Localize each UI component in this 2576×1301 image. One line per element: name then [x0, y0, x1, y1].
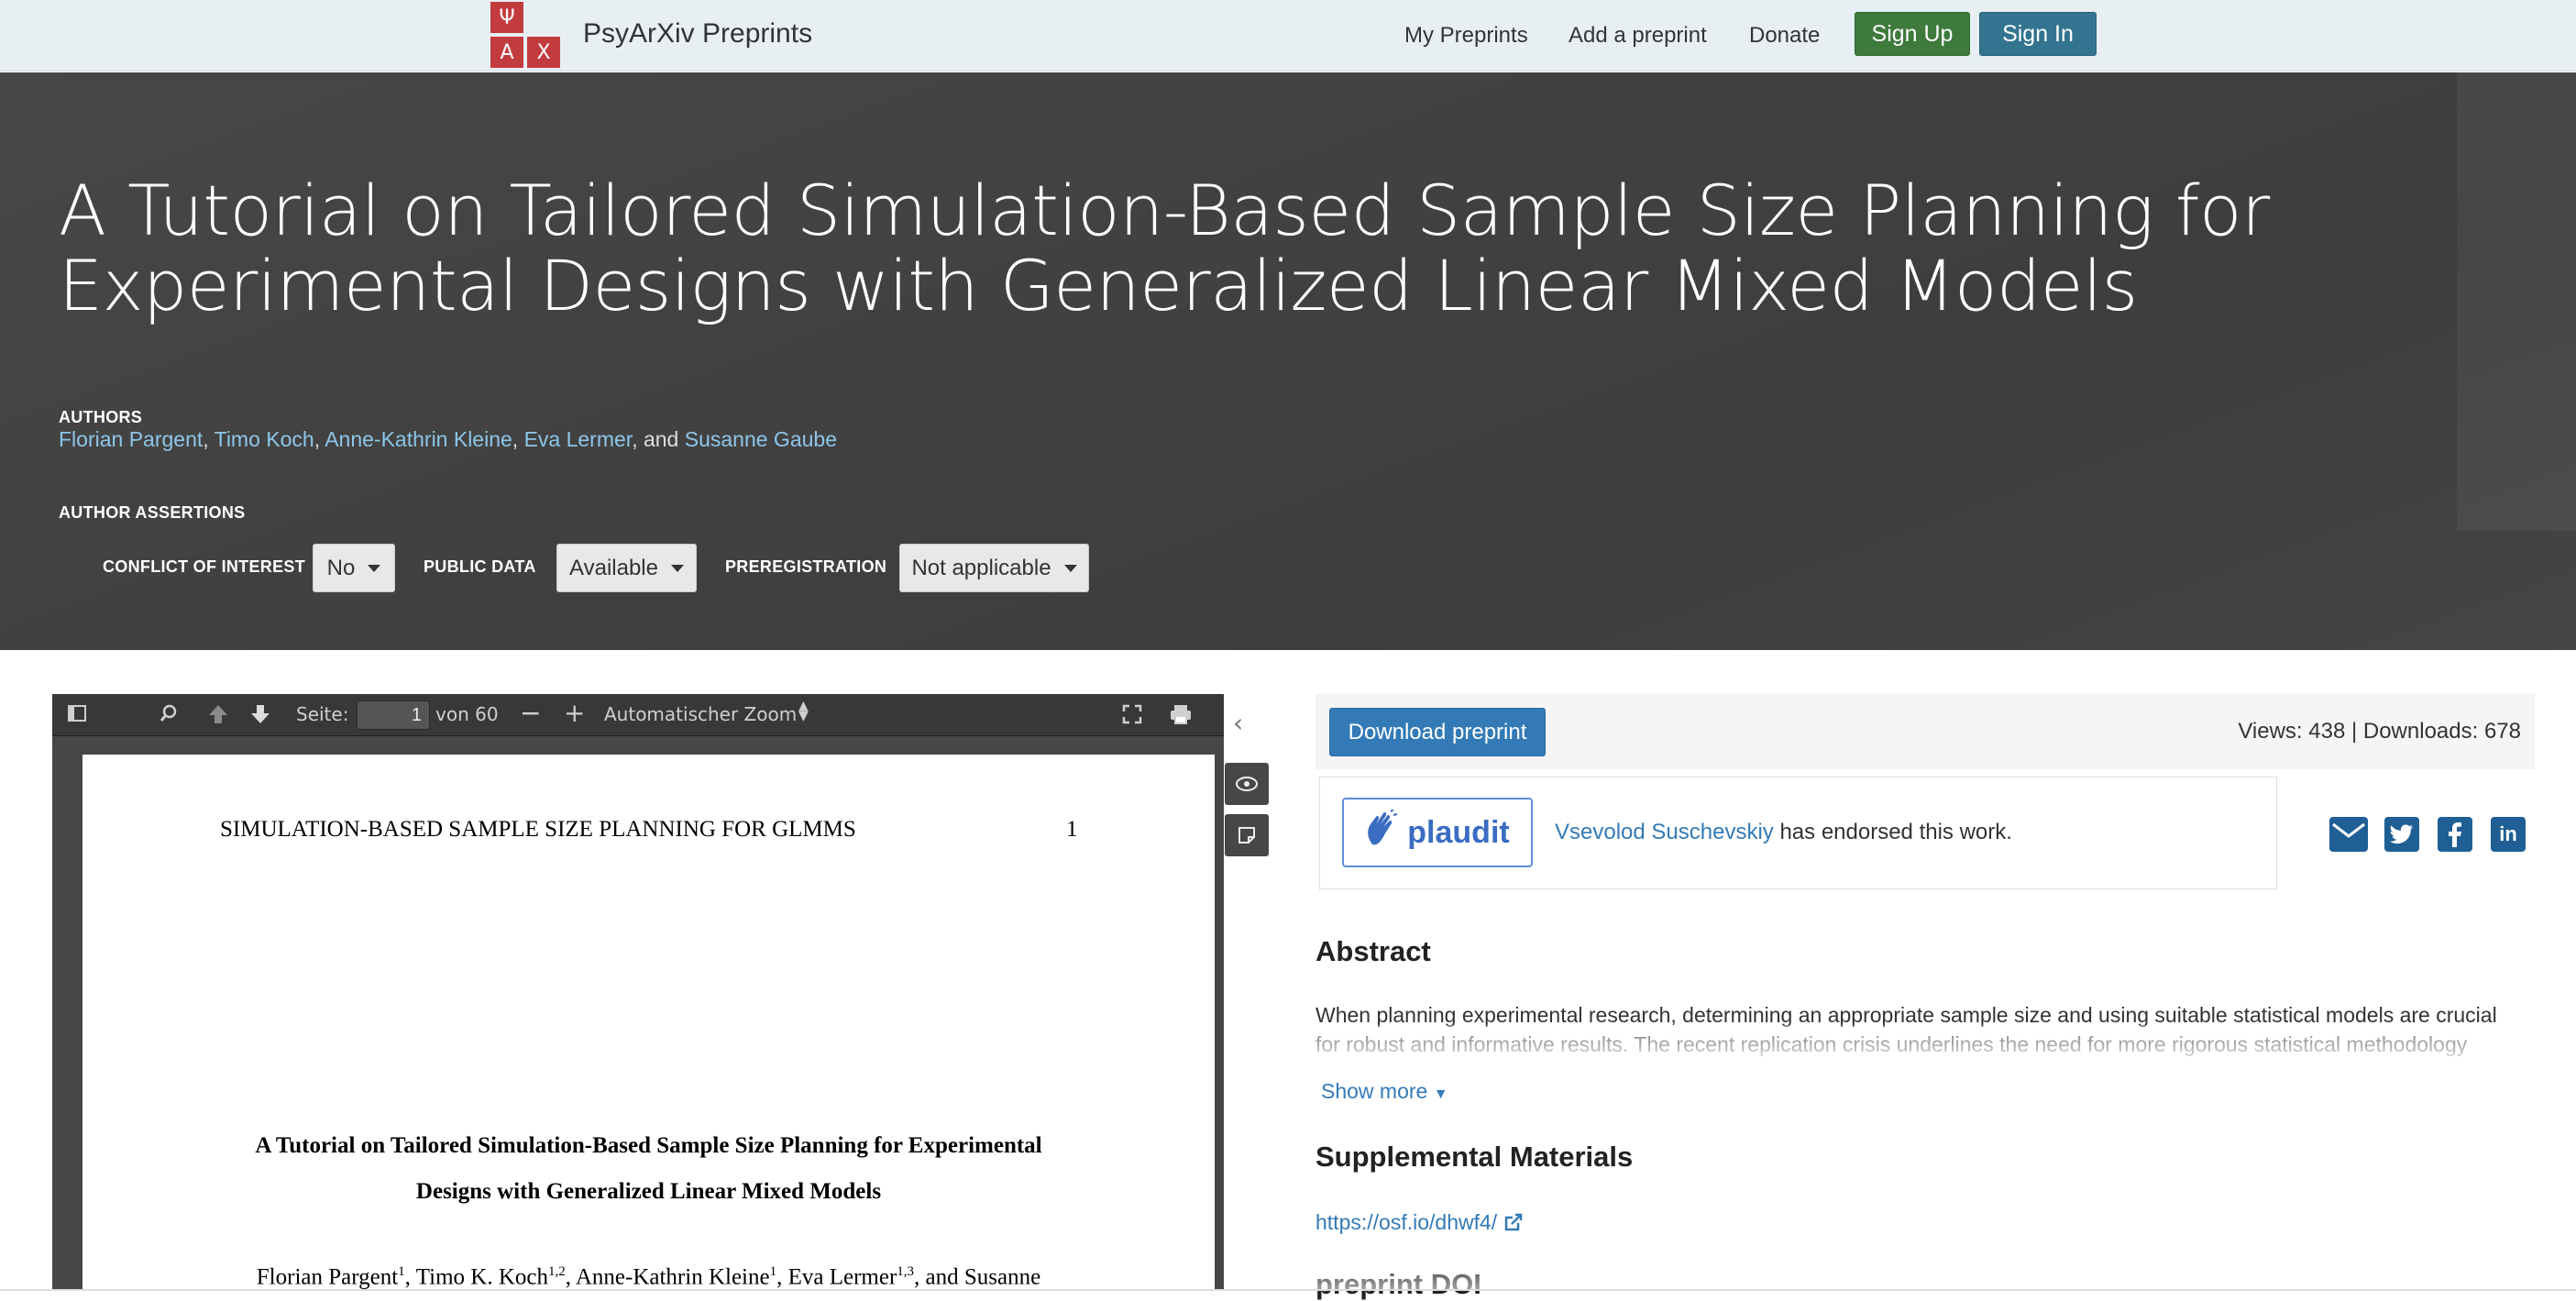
scroll-fade [1265, 1256, 2182, 1291]
psyarxiv-logo[interactable]: Ψ A X [490, 2, 560, 68]
preprint-header: A Tutorial on Tailored Simulation-Based … [0, 72, 2576, 650]
document-author: Eva Lermer [787, 1264, 897, 1290]
page-label: Seite: [296, 703, 349, 725]
preregistration-value: Not applicable [911, 555, 1051, 580]
pdf-viewer: Seite: 1 von 60 − + Automatischer Zoom ▲ ▼… [52, 694, 1224, 1291]
zoom-value: Automatischer Zoom [604, 703, 798, 725]
affiliation-sup: 1,2 [547, 1264, 566, 1279]
pdf-toolbar: Seite: 1 von 60 − + Automatischer Zoom ▲ ▼ [52, 694, 1224, 736]
author-assertions-label: AUTHOR ASSERTIONS [59, 503, 246, 522]
page-number-input[interactable]: 1 [357, 700, 430, 730]
document-authors: Florian Pargent1, Timo K. Koch1,2, Anne-… [256, 1264, 1041, 1290]
collapse-chevron-icon[interactable]: ‹ [1233, 708, 1243, 738]
author-link[interactable]: Anne-Kathrin Kleine [325, 427, 512, 451]
public-data-dropdown[interactable]: Available [556, 544, 697, 592]
sign-in-button[interactable]: Sign In [1979, 12, 2097, 56]
caret-down-icon [1063, 564, 1077, 572]
top-navbar: Ψ A X PsyArXiv Preprints My Preprints Ad… [0, 0, 2576, 72]
show-more-label: Show more [1321, 1079, 1428, 1103]
document-title-line: A Tutorial on Tailored Simulation-Based … [255, 1133, 1042, 1158]
download-preprint-button[interactable]: Download preprint [1329, 708, 1546, 756]
external-link-icon [1503, 1210, 1524, 1234]
authors-label: AUTHORS [59, 408, 143, 426]
preregistration-dropdown[interactable]: Not applicable [899, 544, 1089, 592]
supplemental-url: https://osf.io/dhwf4/ [1316, 1210, 1498, 1234]
plaudit-button[interactable]: plaudit [1342, 798, 1533, 867]
supplemental-link[interactable]: https://osf.io/dhwf4/ [1316, 1210, 1524, 1235]
annotation-icon[interactable] [1225, 814, 1269, 856]
caret-down-icon: ▼ [1433, 1086, 1448, 1102]
brand-name[interactable]: PsyArXiv Preprints [583, 18, 812, 50]
logo-a: A [490, 37, 523, 68]
authors-list: Florian Pargent, Timo Koch, Anne-Kathrin… [59, 427, 837, 451]
preregistration-label: PREREGISTRATION [725, 557, 887, 576]
endorsement-text: Vsevolod Suschevskiy has endorsed this w… [1555, 820, 2012, 845]
view-download-stats: Views: 438 | Downloads: 678 [2238, 719, 2521, 744]
public-data-value: Available [569, 555, 658, 580]
prev-page-icon[interactable] [208, 703, 228, 730]
zoom-select[interactable]: Automatischer Zoom ▲ ▼ [604, 699, 824, 725]
eye-icon[interactable] [1225, 763, 1269, 805]
search-icon[interactable] [159, 703, 179, 728]
plaudit-wordmark: plaudit [1407, 814, 1510, 850]
public-data-label: PUBLIC DATA [424, 557, 536, 576]
running-head: SIMULATION-BASED SAMPLE SIZE PLANNING FO… [220, 817, 856, 842]
pdf-page: SIMULATION-BASED SAMPLE SIZE PLANNING FO… [83, 755, 1215, 1291]
email-icon[interactable] [2329, 817, 2368, 852]
endorse-message: has endorsed this work. [1779, 820, 2012, 844]
clapping-hands-icon [1365, 808, 1398, 856]
author-link[interactable]: Timo Koch [215, 427, 314, 451]
linkedin-icon[interactable]: in [2491, 817, 2526, 852]
document-authors-tail: , and Susanne [914, 1264, 1041, 1290]
abstract-fade [1316, 1025, 2498, 1067]
nav-add-preprint[interactable]: Add a preprint [1569, 23, 1707, 49]
author-link[interactable]: Susanne Gaube [685, 427, 837, 451]
facebook-icon[interactable] [2438, 817, 2472, 852]
affiliation-sup: 1,3 [897, 1264, 915, 1279]
affiliation-sup: 1 [769, 1264, 777, 1279]
pdf-page-number: 1 [1066, 817, 1078, 842]
nav-donate[interactable]: Donate [1749, 23, 1820, 49]
document-author: Timo K. Koch [415, 1264, 548, 1290]
author-link[interactable]: Eva Lermer [524, 427, 633, 451]
author-link[interactable]: Florian Pargent [59, 427, 203, 451]
nav-my-preprints[interactable]: My Preprints [1404, 23, 1528, 49]
logo-psi: Ψ [490, 2, 523, 33]
caret-down-icon [368, 564, 381, 572]
zoom-in-icon[interactable]: + [564, 698, 585, 728]
print-icon[interactable] [1169, 703, 1193, 730]
coi-label: CONFLICT OF INTEREST [103, 557, 305, 576]
affiliation-sup: 1 [398, 1264, 405, 1279]
show-more-toggle[interactable]: Show more ▼ [1321, 1079, 1448, 1104]
coi-dropdown[interactable]: No [313, 544, 395, 592]
document-title-line: Designs with Generalized Linear Mixed Mo… [415, 1179, 882, 1204]
next-page-icon[interactable] [250, 703, 270, 730]
fullscreen-icon[interactable] [1121, 703, 1143, 730]
coi-value: No [326, 555, 356, 580]
sign-up-button[interactable]: Sign Up [1855, 12, 1970, 56]
select-arrows-icon: ▲ ▼ [798, 699, 809, 723]
caret-down-icon [670, 564, 684, 572]
document-author: Anne-Kathrin Kleine [575, 1264, 770, 1290]
page-title: A Tutorial on Tailored Simulation-Based … [59, 170, 2270, 326]
document-title: A Tutorial on Tailored Simulation-Based … [138, 1123, 1160, 1215]
authors-and: and [643, 427, 679, 451]
zoom-out-icon[interactable]: − [520, 698, 541, 728]
supplemental-heading: Supplemental Materials [1316, 1141, 1634, 1173]
endorser-link[interactable]: Vsevolod Suschevskiy [1555, 820, 1774, 844]
document-author: Florian Pargent [256, 1264, 399, 1290]
abstract-heading: Abstract [1316, 935, 1431, 967]
twitter-icon[interactable] [2384, 817, 2419, 852]
logo-x: X [527, 37, 560, 68]
page-total: von 60 [435, 703, 499, 725]
sidebar-toggle-icon[interactable] [67, 703, 87, 728]
